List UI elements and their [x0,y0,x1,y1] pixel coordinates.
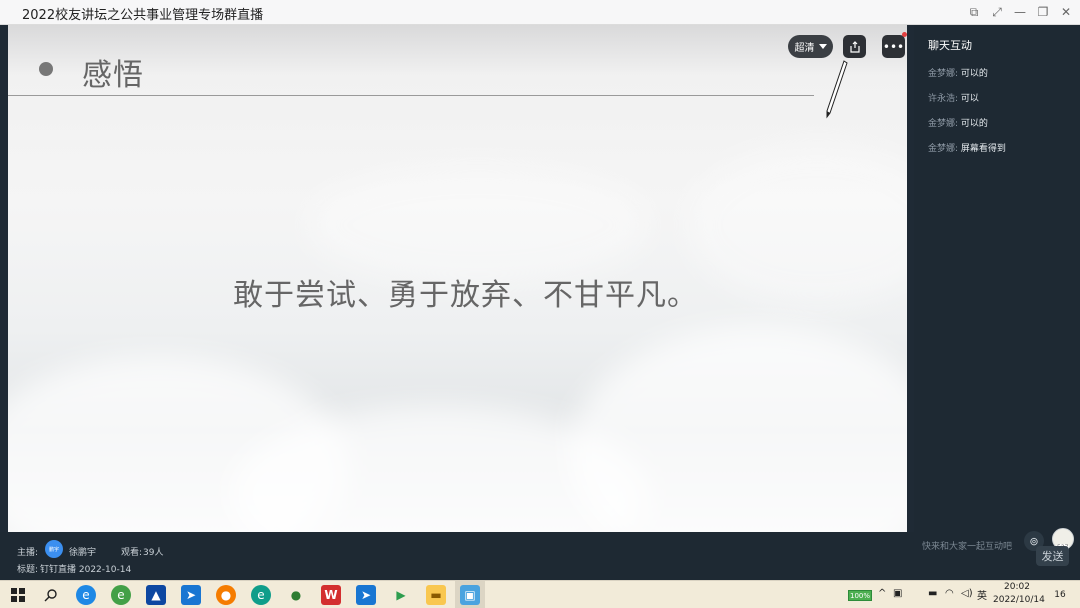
presentation-slide: 感悟 敢于尝试、勇于放弃、不甘平凡。 超清 ••• [8,25,907,532]
host-avatar-text: 鹏宇 [48,546,59,553]
chat-panel: 聊天互动 金梦娜: 可以的 许永浩: 可以 金梦娜: 可以的 金梦娜: 屏幕看得… [914,25,1080,580]
restore-icon[interactable]: ❐ [1032,2,1054,22]
chat-message: 金梦娜: 可以的 [928,66,988,79]
ime-indicator[interactable]: 英 [977,587,987,602]
host-avatar[interactable]: 鹏宇 [45,540,63,558]
edge-icon[interactable]: e [251,585,271,605]
dingtalk-icon[interactable]: ➤ [356,585,376,605]
chat-text: 可以的 [960,119,988,129]
search-icon[interactable] [41,585,61,605]
volume-icon[interactable]: ◁) [961,588,973,599]
chat-user: 金梦娜: [928,69,959,79]
chat-text: 可以 [960,94,979,104]
quality-label: 超清 [794,43,815,54]
viewers-label: 观看: [121,548,143,558]
chat-text: 屏幕看得到 [960,144,1006,154]
viewers-value: 39人 [143,548,164,558]
more-icon: ••• [882,39,905,54]
slide-bullet [39,62,53,76]
fullscreen-icon[interactable]: ⤢ [986,2,1008,22]
subject-label: 标题: [17,565,39,575]
main-area: 感悟 敢于尝试、勇于放弃、不甘平凡。 超清 ••• 聊天互动 金梦娜: 可以的 … [0,25,1080,580]
chat-input[interactable]: 快来和大家一起互动吧 [922,539,1012,552]
send-button[interactable]: 发送 [1036,546,1069,566]
chat-user: 许永浩: [928,94,959,104]
slide-divider [8,95,814,96]
host-label: 主播: [17,548,39,558]
battery-indicator[interactable]: 100% [848,590,872,601]
share-icon [849,40,860,53]
firefox-icon[interactable]: ● [216,585,236,605]
wifi-icon[interactable]: ◠ [945,588,954,599]
media-icon[interactable]: ▶ [391,585,411,605]
folder-icon[interactable]: ▬ [426,585,446,605]
close-icon[interactable]: ✕ [1055,2,1077,22]
slide-heading: 感悟 [82,58,144,93]
ie-icon[interactable]: e [76,585,96,605]
minimize-icon[interactable]: — [1009,2,1031,22]
chat-text: 可以的 [960,69,988,79]
chevron-up-icon[interactable]: ^ [878,588,886,599]
browser-icon[interactable]: e [111,585,131,605]
keyboard-icon[interactable]: ▬ [928,588,937,599]
app-icon[interactable]: ▲ [146,585,166,605]
window-title: 2022校友讲坛之公共事业管理专场群直播 [22,8,264,23]
chat-message: 许永浩: 可以 [928,91,979,104]
chevron-down-icon [818,44,827,49]
stream-info-bar: 主播: 鹏宇 徐鹏宇 观看: 39人 标题: 钉钉直播 2022-10-14 [0,532,914,580]
quality-selector[interactable]: 超清 [788,35,833,58]
title-bar: 2022校友讲坛之公共事业管理专场群直播 ⧉ ⤢ — ❐ ✕ [0,0,1080,25]
windows-taskbar: e e ▲ ➤ ● e ● W ➤ ▶ ▬ ▣ 100% ^ ▣ ▬ ◠ ◁) … [0,580,1080,608]
notification-dot [902,32,907,37]
dingtalk-icon[interactable]: ➤ [181,585,201,605]
wechat-icon[interactable]: ● [286,585,306,605]
chat-input-area: 快来和大家一起互动吧 发送 [914,530,1080,580]
network-icon[interactable]: ▣ [893,588,902,599]
chat-user: 金梦娜: [928,144,959,154]
slide-body-text: 敢于尝试、勇于放弃、不甘平凡。 [233,278,698,313]
pin-icon[interactable]: ⧉ [963,2,985,22]
more-button[interactable]: ••• [882,35,905,58]
subject-value: 钉钉直播 2022-10-14 [40,565,132,575]
chat-title: 聊天互动 [928,39,972,52]
clock-date[interactable]: 2022/10/14 [993,595,1045,605]
pen-cursor-icon [826,60,848,119]
live-icon[interactable]: ▣ [460,585,480,605]
host-name: 徐鹏宇 [69,548,97,558]
wps-icon[interactable]: W [321,585,341,605]
clock-time[interactable]: 20:02 [1004,582,1030,592]
share-button[interactable] [843,35,866,58]
chat-user: 金梦娜: [928,119,959,129]
chat-message: 金梦娜: 屏幕看得到 [928,141,1006,154]
chat-message: 金梦娜: 可以的 [928,116,988,129]
notification-count: 16 [1054,590,1066,600]
windows-start-icon[interactable] [8,585,28,605]
battery-level: 100% [849,591,870,600]
notification-center-icon[interactable]: 16 [1052,587,1068,603]
